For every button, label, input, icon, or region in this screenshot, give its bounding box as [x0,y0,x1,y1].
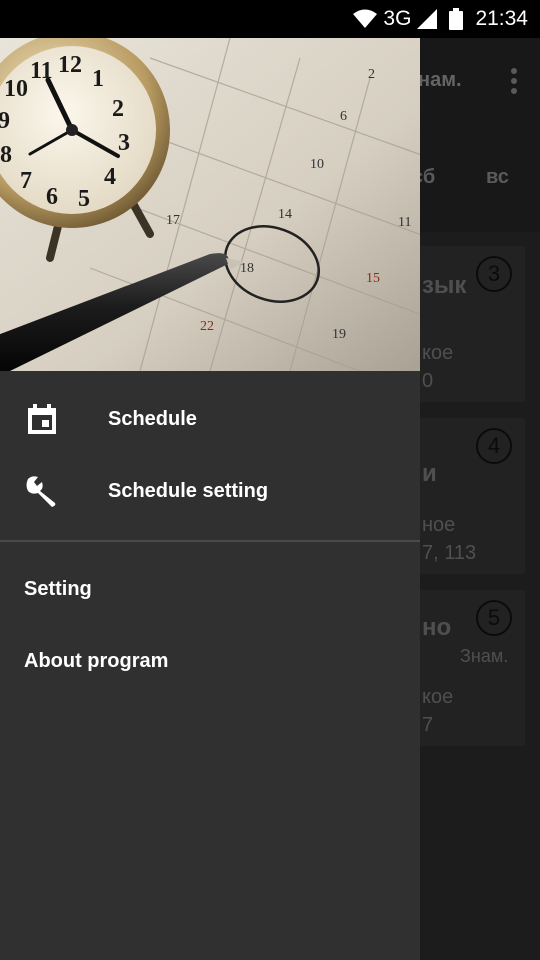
menu-item-about-program[interactable]: About program [0,625,420,697]
wrench-icon [24,473,60,509]
status-bar: 3G 21:34 [0,0,540,38]
svg-text:10: 10 [4,76,28,102]
svg-text:22: 22 [200,319,214,334]
status-icons: 3G 21:34 [353,0,528,38]
drawer-header-image: 2 6 10 14 11 18 15 22 19 17 12 1 2 3 4 5… [0,38,420,371]
svg-text:6: 6 [340,109,347,124]
nav-item-schedule-setting[interactable]: Schedule setting [0,455,420,527]
calendar-icon [24,401,60,437]
svg-text:15: 15 [366,271,380,286]
svg-text:12: 12 [58,52,82,78]
svg-text:2: 2 [112,96,124,122]
svg-text:11: 11 [398,215,411,230]
battery-icon [449,8,464,30]
svg-text:3: 3 [118,130,130,156]
nav-item-label: Schedule [108,408,197,430]
clock: 21:34 [475,7,528,30]
svg-text:2: 2 [368,67,375,82]
wifi-icon [353,9,378,29]
drawer-divider [0,540,420,542]
svg-text:8: 8 [0,142,12,168]
svg-text:4: 4 [104,164,116,190]
svg-text:5: 5 [78,186,90,212]
signal-icon [417,9,438,29]
menu-item-label: Setting [24,578,92,600]
svg-text:1: 1 [92,66,104,92]
svg-text:17: 17 [166,213,180,228]
menu-item-label: About program [24,650,169,672]
svg-text:14: 14 [278,207,292,222]
network-type: 3G [383,7,412,30]
nav-item-schedule[interactable]: Schedule [0,383,420,455]
svg-text:10: 10 [310,157,324,172]
nav-item-label: Schedule setting [108,480,269,502]
svg-text:7: 7 [20,168,32,194]
menu-item-setting[interactable]: Setting [0,553,420,625]
svg-text:6: 6 [46,184,58,210]
svg-text:19: 19 [332,327,346,342]
svg-text:9: 9 [0,108,10,134]
navigation-drawer: 2 6 10 14 11 18 15 22 19 17 12 1 2 3 4 5… [0,38,420,960]
svg-text:18: 18 [240,261,254,276]
